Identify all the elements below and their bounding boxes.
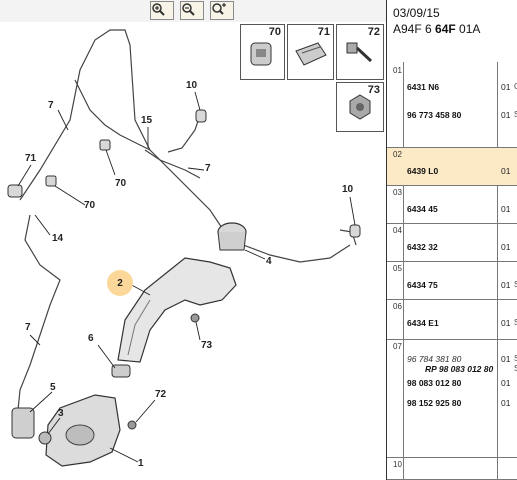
part-index: 07 [393, 342, 402, 351]
part-row-03[interactable]: 03 6434 45 01 [387, 186, 517, 224]
neck-seal [111, 364, 131, 378]
part-index: 06 [393, 302, 402, 311]
part-quantity: 01 [501, 378, 511, 388]
callout-70[interactable]: 70 [115, 178, 126, 189]
connector-10-top [195, 109, 207, 123]
parts-diagram[interactable]: 70 71 72 73 7 10 15 7 71 70 70 10 14 4 2… [0, 0, 386, 480]
hose-15 [144, 149, 201, 179]
callout-4[interactable]: 4 [266, 256, 272, 267]
callout-10[interactable]: 10 [186, 80, 197, 91]
callout-73[interactable]: 73 [201, 340, 212, 351]
callout-1[interactable]: 1 [138, 458, 144, 469]
part-number[interactable]: 6434 E1 [407, 318, 439, 328]
connector-71 [7, 184, 23, 198]
parts-list-panel: 03/09/15 A94F 6 64F 01A 01 6431 N6 01 C 96 7… [386, 0, 517, 480]
ref-group: 64F [435, 22, 456, 36]
part-row-02[interactable]: 02 6439 L0 01 [387, 148, 517, 186]
part-number[interactable]: 6434 75 [407, 280, 438, 290]
part-quantity: 01 [501, 354, 511, 364]
callout-72[interactable]: 72 [155, 389, 166, 400]
part-index: 10 [393, 460, 402, 469]
callout-7[interactable]: 7 [48, 100, 54, 111]
inset-71[interactable]: 71 [287, 24, 334, 80]
bolt-72 [127, 420, 137, 430]
callout-7[interactable]: 7 [205, 163, 211, 174]
part-quantity: 01 [501, 242, 511, 252]
part-quantity: 01 [501, 204, 511, 214]
connector-10-right [349, 224, 361, 238]
part-index: 03 [393, 188, 402, 197]
pump-grommet [38, 431, 52, 445]
part-row-04[interactable]: 04 6432 32 01 [387, 224, 517, 262]
ref-prefix: A94F 6 [393, 22, 436, 36]
callout-6[interactable]: 6 [88, 333, 94, 344]
part-number[interactable]: 6434 45 [407, 204, 438, 214]
part-number[interactable]: 6432 32 [407, 242, 438, 252]
bolt-72-icon [346, 42, 373, 63]
bolt-73 [190, 313, 200, 323]
inset-73[interactable]: 73 [336, 82, 384, 132]
clip-70-left [45, 175, 57, 187]
callout-15[interactable]: 15 [141, 115, 152, 126]
connector-71-icon [295, 42, 327, 66]
part-index: 05 [393, 264, 402, 273]
clip-70-icon [250, 42, 272, 66]
callout-3[interactable]: 3 [58, 408, 64, 419]
part-quantity: 01 [501, 82, 511, 92]
part-row-05[interactable]: 05 6434 75 01 S [387, 262, 517, 300]
inset-70[interactable]: 70 [240, 24, 285, 80]
part-number[interactable]: 98 152 925 80 [407, 398, 461, 408]
part-quantity: 01 [501, 398, 511, 408]
part-index: 04 [393, 226, 402, 235]
part-row-06[interactable]: 06 6434 E1 01 S [387, 300, 517, 340]
filler-neck [117, 257, 237, 363]
catalog-date: 03/09/15 [393, 6, 440, 20]
hose-10-top [167, 114, 201, 153]
hose-left [17, 214, 61, 411]
part-quantity: 01 [501, 280, 511, 290]
part-index: 02 [393, 150, 402, 159]
part-row-07[interactable]: 07 96 784 381 80 01 S RP 98 083 012 80 S 98 08… [387, 340, 517, 458]
part-number[interactable]: 96 784 381 80 [407, 354, 461, 364]
clip-70-top [99, 139, 111, 151]
callout-71[interactable]: 71 [25, 153, 36, 164]
part-number[interactable]: 6439 L0 [407, 166, 438, 176]
part-quantity: 01 [501, 318, 511, 328]
part-number[interactable]: RP 98 083 012 80 [425, 364, 493, 374]
callout-10[interactable]: 10 [342, 184, 353, 195]
callout-5[interactable]: 5 [50, 382, 56, 393]
part-quantity: 01 [501, 110, 511, 120]
part-row-10[interactable]: 10 [387, 458, 517, 480]
washer-pump [11, 407, 35, 439]
ref-suffix: 01A [455, 22, 481, 36]
callout-14[interactable]: 14 [52, 233, 63, 244]
callout-7[interactable]: 7 [25, 322, 31, 333]
part-number[interactable]: 6431 N6 [407, 82, 439, 92]
nut-73-icon [349, 94, 371, 120]
catalog-reference: A94F 6 64F 01A [393, 22, 480, 36]
part-index: 01 [393, 66, 402, 75]
callout-2[interactable]: 2 [107, 270, 133, 296]
part-number[interactable]: 96 773 458 80 [407, 110, 461, 120]
inset-72[interactable]: 72 [336, 24, 384, 80]
callout-70[interactable]: 70 [84, 200, 95, 211]
part-quantity: 01 [501, 166, 511, 176]
hose-upper-inner [74, 79, 151, 151]
part-number[interactable]: 98 083 012 80 [407, 378, 461, 388]
part-row-01[interactable]: 01 6431 N6 01 C 96 773 458 80 01 S [387, 64, 517, 148]
